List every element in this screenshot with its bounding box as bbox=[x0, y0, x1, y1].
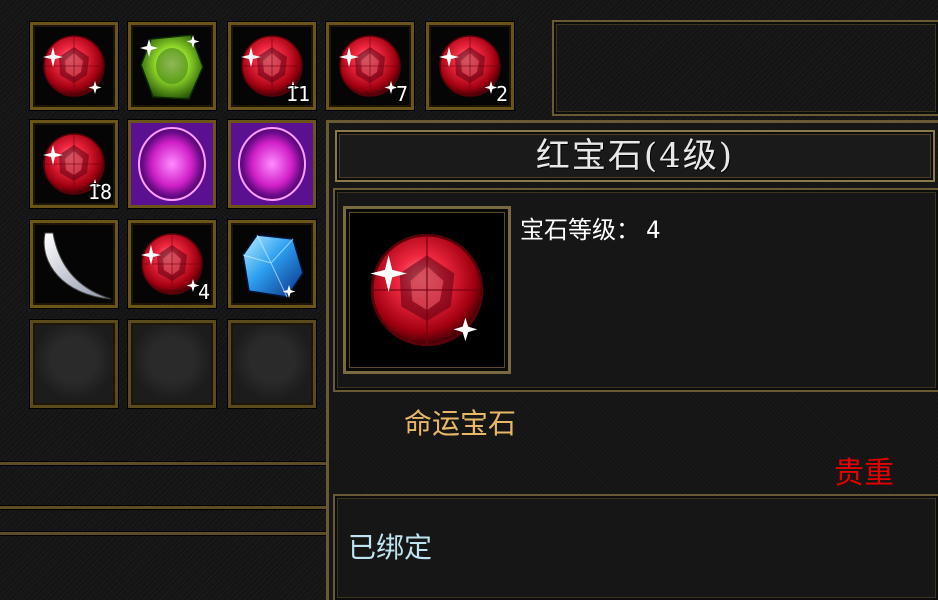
empty-inventory-slot[interactable] bbox=[128, 320, 216, 408]
inventory-slot[interactable]: 7 bbox=[326, 22, 414, 110]
inventory-slot[interactable]: 2 bbox=[426, 22, 514, 110]
side-panel bbox=[552, 20, 938, 116]
divider bbox=[0, 532, 326, 535]
gem-level-value: 4 bbox=[646, 216, 661, 244]
item-count: 7 bbox=[395, 82, 408, 106]
inventory-slot[interactable] bbox=[30, 22, 118, 110]
item-title: 红宝石(4级) bbox=[335, 130, 935, 182]
gem-level-row: 宝石等级： 4 bbox=[520, 210, 660, 245]
green-gem-icon bbox=[139, 34, 204, 100]
inventory-slot[interactable] bbox=[228, 120, 316, 208]
divider bbox=[0, 462, 326, 465]
item-count: 2 bbox=[495, 82, 508, 106]
empty-inventory-slot[interactable] bbox=[30, 320, 118, 408]
item-image-frame bbox=[343, 206, 511, 374]
item-category: 命运宝石 bbox=[404, 407, 517, 440]
red-gem-icon bbox=[368, 233, 484, 347]
inventory-slot[interactable]: 11 bbox=[228, 22, 316, 110]
gem-level-label: 宝石等级： bbox=[520, 216, 640, 244]
inventory-slot[interactable] bbox=[228, 220, 316, 308]
red-gem-icon bbox=[42, 35, 105, 97]
blue-gem-icon bbox=[242, 234, 304, 299]
purple-orb-icon bbox=[131, 123, 213, 205]
purple-orb-icon bbox=[231, 123, 313, 205]
divider bbox=[0, 506, 326, 509]
item-count: 4 bbox=[197, 280, 210, 304]
inventory-slot[interactable] bbox=[128, 120, 216, 208]
empty-inventory-slot[interactable] bbox=[228, 320, 316, 408]
inventory-slot[interactable]: 18 bbox=[30, 120, 118, 208]
item-count: 18 bbox=[87, 180, 112, 204]
binding-status: 已绑定 bbox=[348, 531, 433, 564]
white-crescent-icon bbox=[43, 232, 112, 300]
inventory-slot[interactable] bbox=[30, 220, 118, 308]
item-count: 11 bbox=[285, 82, 310, 106]
inventory-slot[interactable]: 4 bbox=[128, 220, 216, 308]
inventory-slot[interactable] bbox=[128, 22, 216, 110]
item-rarity: 贵重 bbox=[834, 456, 894, 491]
